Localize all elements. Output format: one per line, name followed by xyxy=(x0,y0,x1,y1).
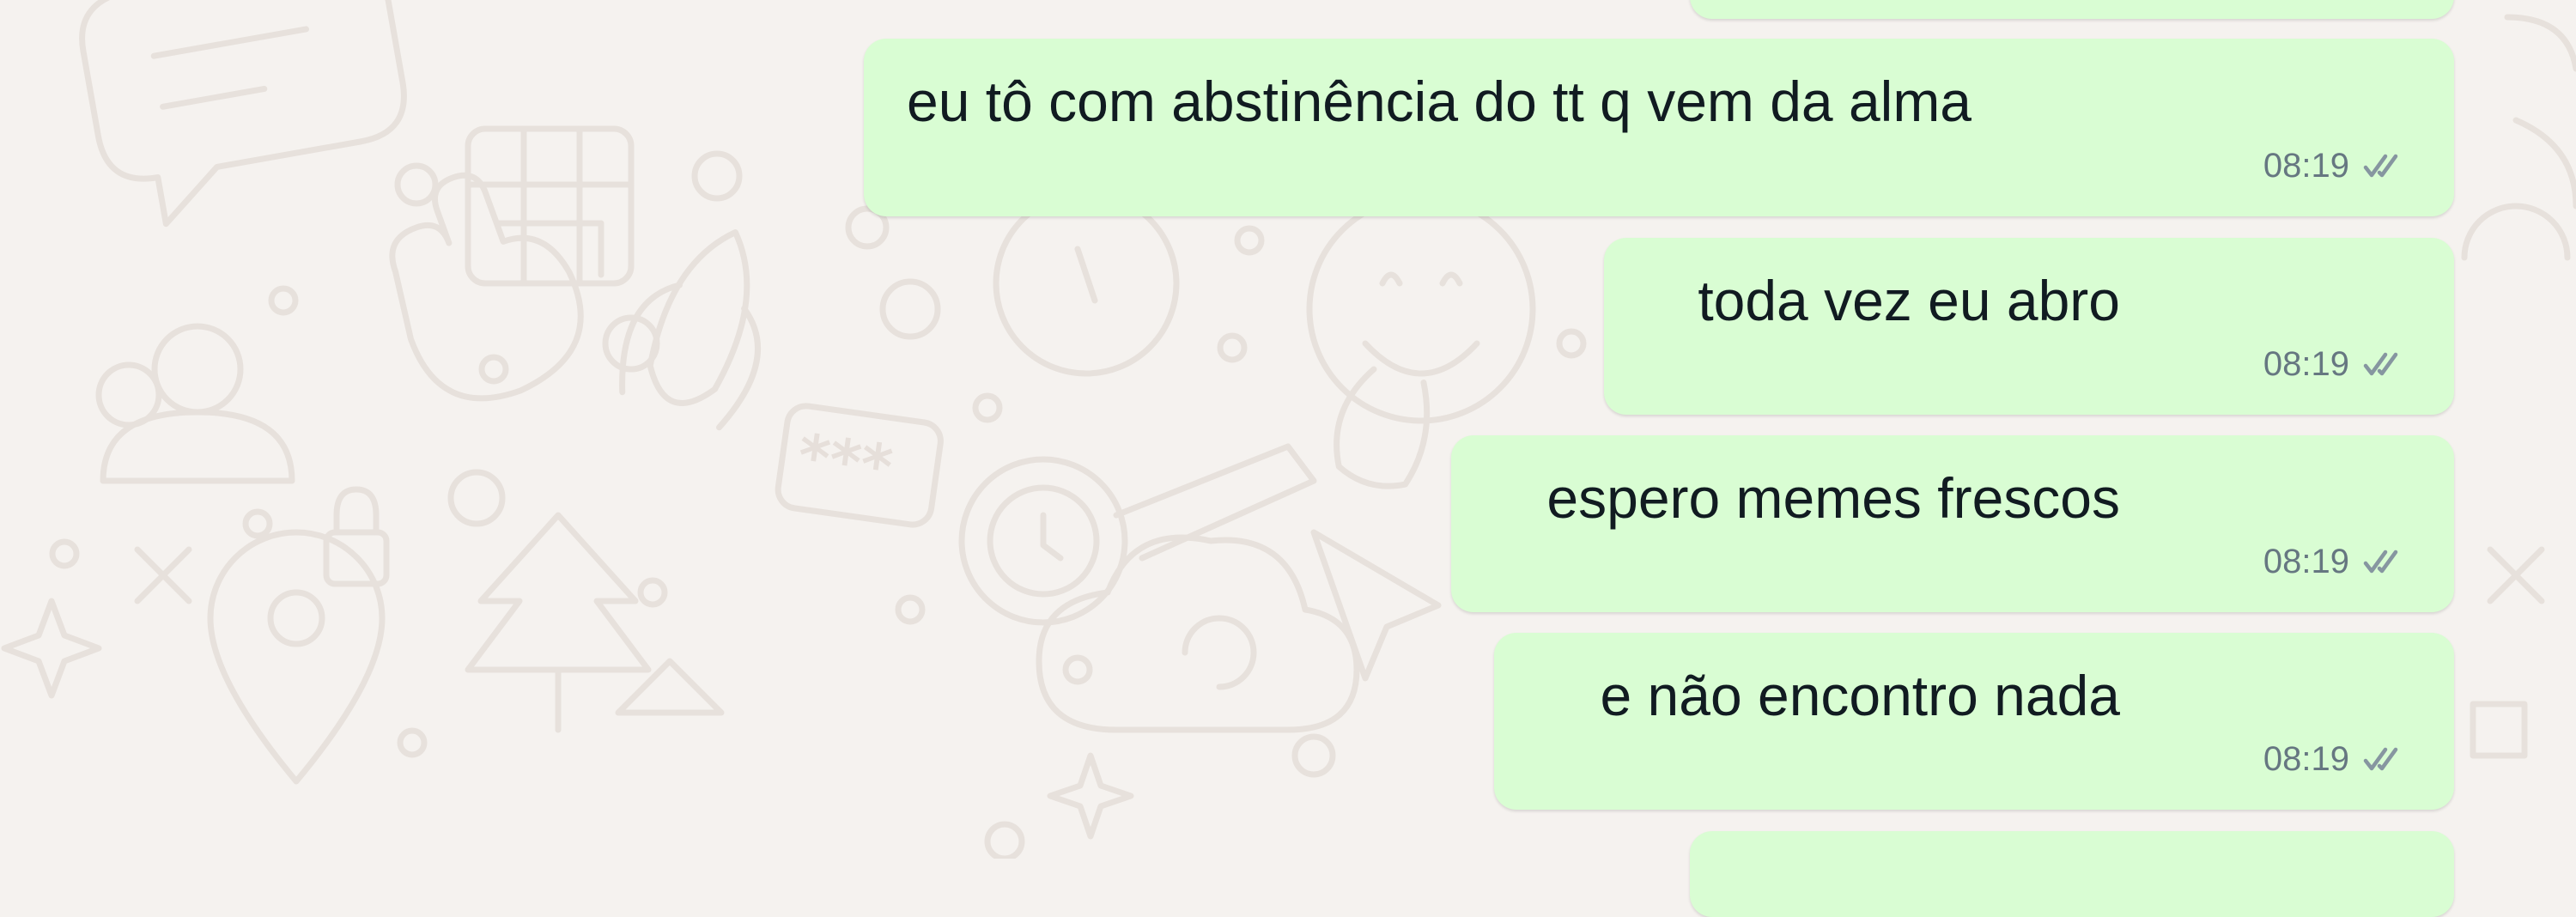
message-bubble-2[interactable]: toda vez eu abro 08:19 xyxy=(1604,238,2454,415)
wallpaper-doodle-trees-icon xyxy=(465,512,725,733)
wallpaper-doodle-watch-icon xyxy=(958,443,1317,626)
double-check-icon xyxy=(2363,747,2398,770)
wallpaper-doodle-cross-icon xyxy=(134,546,192,604)
message-bubble-4[interactable]: e não encontro nada 08:19 xyxy=(1494,633,2454,810)
message-meta: 08:19 xyxy=(2263,740,2408,779)
wallpaper-doodle-smiley-icon xyxy=(1306,194,1536,424)
wallpaper-doodle-star-icon xyxy=(1,598,102,699)
wallpaper-doodle-chat-icon xyxy=(79,0,407,228)
message-meta: 08:19 xyxy=(2263,543,2408,581)
wallpaper-doodle-clock-icon xyxy=(993,190,1180,377)
double-check-icon xyxy=(2363,550,2398,573)
message-meta: 08:19 xyxy=(2263,345,2408,384)
wallpaper-doodle-right-edge-icon xyxy=(2461,14,2576,759)
message-text: espero memes frescos xyxy=(1546,466,2120,530)
message-text: toda vez eu abro xyxy=(1698,269,2120,332)
wallpaper-doodle-mic-icon xyxy=(1334,366,1431,489)
wallpaper-doodle-people-icon xyxy=(95,323,295,484)
message-meta: 08:19 xyxy=(2263,147,2408,185)
message-bubble-partial-bottom[interactable] xyxy=(1690,831,2454,917)
wallpaper-doodle-cursor-icon xyxy=(1310,529,1442,682)
message-text: eu tô com abstinência do tt q vem da alm… xyxy=(907,70,1972,133)
message-time: 08:19 xyxy=(2263,740,2349,778)
wallpaper-doodle-password-icon: *** xyxy=(775,403,944,528)
double-check-icon xyxy=(2363,352,2398,375)
wallpaper-doodle-location-icon xyxy=(207,529,386,785)
double-check-icon xyxy=(2363,154,2398,177)
message-time: 08:19 xyxy=(2263,345,2349,383)
wallpaper-doodle-lock-icon xyxy=(323,486,390,587)
message-time: 08:19 xyxy=(2263,147,2349,185)
message-bubble-3[interactable]: espero memes frescos 08:19 xyxy=(1451,435,2454,612)
message-text: e não encontro nada xyxy=(1600,664,2120,727)
message-bubble-1[interactable]: eu tô com abstinência do tt q vem da alm… xyxy=(864,39,2454,216)
wallpaper-doodle-sparkle-icon xyxy=(1047,752,1134,840)
message-time: 08:19 xyxy=(2263,543,2349,580)
wallpaper-doodle-dots xyxy=(49,150,1587,859)
svg-text:***: *** xyxy=(793,420,896,502)
message-bubble-partial-top[interactable] xyxy=(1690,0,2454,19)
